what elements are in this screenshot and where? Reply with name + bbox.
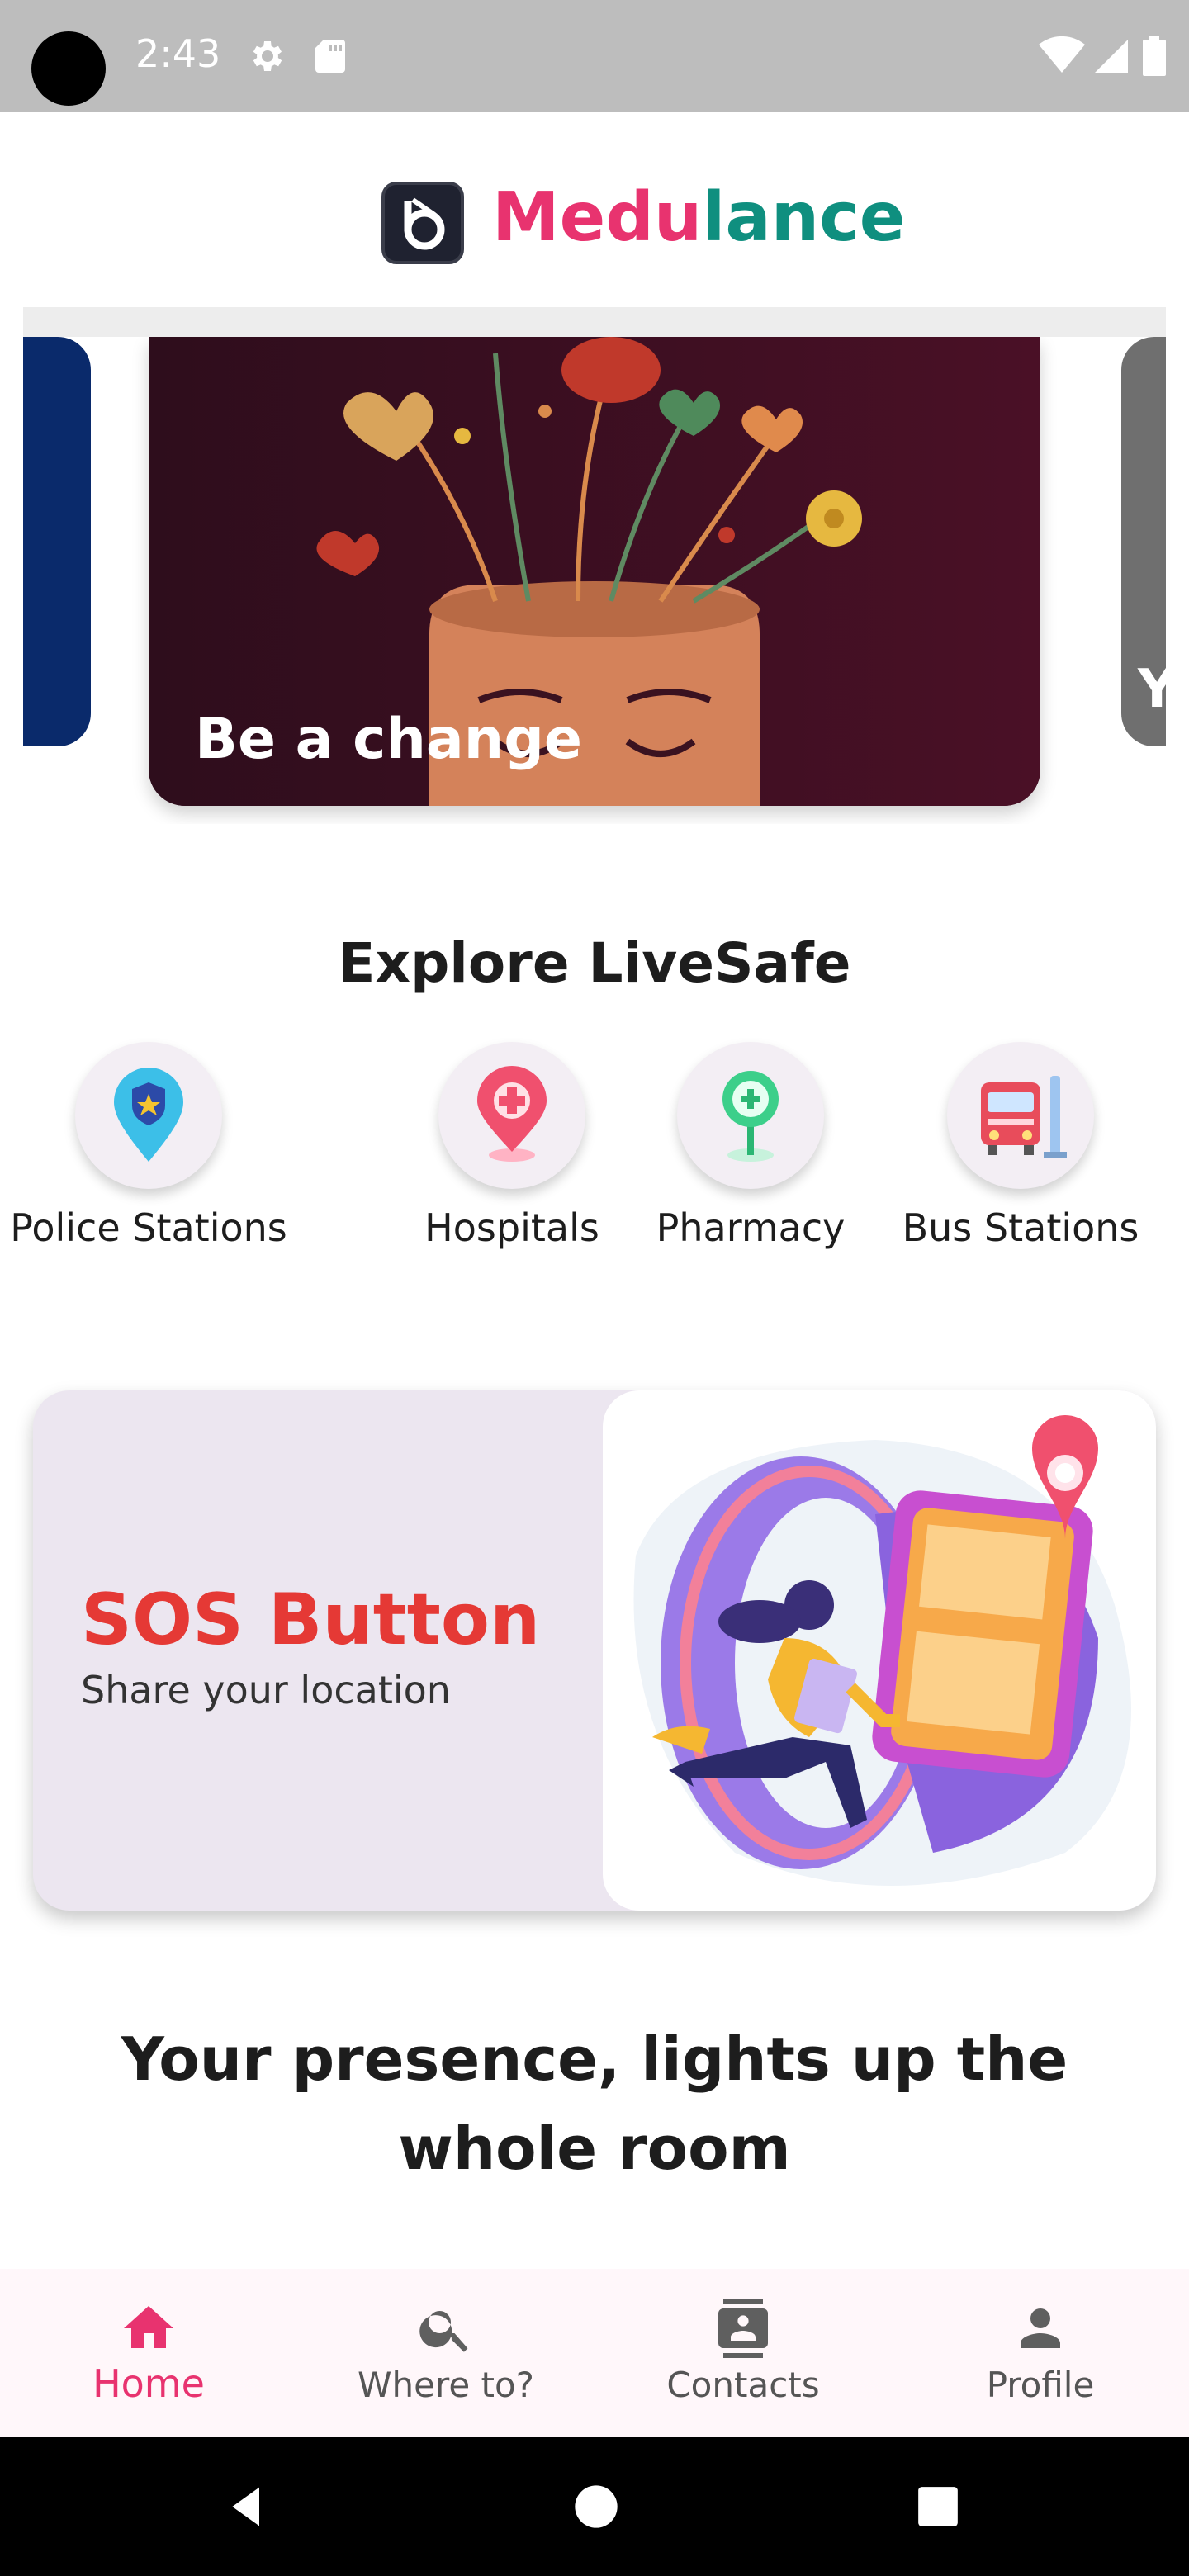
explore-police-stations[interactable]: Police Stations [0, 1042, 297, 1250]
nav-profile-label: Profile [986, 2365, 1095, 2405]
header-divider [23, 307, 1166, 337]
sos-button-card[interactable]: SOS Button Share your location [33, 1390, 1156, 1911]
bus-circle [947, 1042, 1094, 1189]
recents-icon[interactable] [917, 2485, 959, 2528]
nav-where-to-label: Where to? [358, 2365, 534, 2405]
carousel-card-previous[interactable] [23, 337, 91, 746]
nav-contacts[interactable]: Contacts [594, 2269, 892, 2437]
explore-bus-stations[interactable]: Bus Stations [888, 1042, 1153, 1250]
carousel-card-current[interactable]: Be a change [149, 337, 1040, 806]
search-icon [419, 2311, 468, 2352]
bus-icon [981, 1076, 1067, 1158]
explore-label-pharmacy: Pharmacy [656, 1205, 846, 1250]
police-circle [75, 1042, 222, 1189]
logo-mark-icon [404, 197, 445, 250]
nav-where-to[interactable]: Where to? [297, 2269, 594, 2437]
sos-illustration [603, 1390, 1156, 1911]
banner-carousel[interactable]: Be a change Y [23, 337, 1166, 824]
home-icon [124, 2306, 173, 2348]
hospital-pin-icon [477, 1066, 547, 1162]
nav-home-label: Home [92, 2361, 205, 2406]
status-bar: 2:43 [0, 0, 1189, 112]
nav-contacts-label: Contacts [666, 2365, 820, 2405]
status-time: 2:43 [135, 31, 221, 76]
contacts-icon [718, 2299, 768, 2358]
running-woman-map-illustration [633, 1415, 1131, 1886]
nav-profile[interactable]: Profile [892, 2269, 1189, 2437]
explore-hospitals[interactable]: Hospitals [405, 1042, 619, 1250]
explore-label-bus: Bus Stations [902, 1205, 1139, 1250]
back-icon[interactable] [225, 2484, 271, 2530]
camera-cutout [31, 31, 106, 106]
app-title-part2: lance [702, 178, 906, 257]
sd-card-icon [315, 40, 345, 73]
nav-home[interactable]: Home [0, 2269, 297, 2437]
app-logo [381, 182, 464, 264]
battery-icon [1143, 36, 1166, 76]
signal-icon [1095, 40, 1128, 73]
carousel-next-caption: Y [1138, 659, 1166, 720]
police-pin-icon [114, 1068, 183, 1162]
carousel-caption: Be a change [195, 707, 582, 772]
pharmacy-circle [677, 1042, 824, 1189]
person-icon [1021, 2308, 1060, 2348]
tagline: Your presence, lights up the whole room [121, 2024, 1068, 2183]
explore-pharmacy[interactable]: Pharmacy [647, 1042, 854, 1250]
app-title-part1: Medu [492, 178, 703, 257]
app-header: Medulance [0, 112, 1189, 307]
sos-subtitle: Share your location [81, 1668, 451, 1712]
settings-icon [253, 41, 282, 71]
home-circle-icon[interactable] [573, 2484, 619, 2530]
explore-label-hospitals: Hospitals [424, 1205, 599, 1250]
pharmacy-pin-icon [722, 1071, 779, 1162]
wifi-icon [1039, 36, 1085, 73]
explore-label-police: Police Stations [10, 1205, 287, 1250]
bottom-navigation: Home Where to? Contacts Profile [0, 2269, 1189, 2437]
sos-title: SOS Button [81, 1579, 541, 1661]
system-navigation-bar [0, 2437, 1189, 2576]
explore-title: Explore LiveSafe [338, 931, 851, 995]
app-title: Medulance [492, 178, 905, 257]
hospital-circle [438, 1042, 585, 1189]
